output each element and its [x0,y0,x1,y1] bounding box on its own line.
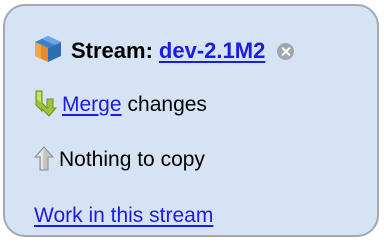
stream-name-link[interactable]: dev-2.1M2 [159,38,265,64]
work-row: Work in this stream [34,201,213,231]
merge-suffix: changes [127,93,207,116]
stream-header: Stream: dev-2.1M2 [33,35,295,68]
stream-label: Stream: [71,38,153,63]
merge-link[interactable]: Merge [62,93,122,117]
stream-cube-icon [33,35,63,68]
copy-up-arrow-icon [33,144,55,177]
stream-panel: Stream: dev-2.1M2 Merge changes Nothing … [3,4,379,237]
merge-row: Merge changes [33,90,207,120]
work-in-stream-link[interactable]: Work in this stream [34,204,213,228]
close-icon[interactable] [277,43,295,60]
copy-status-text: Nothing to copy [59,148,205,171]
merge-arrow-icon [33,89,58,122]
copy-row: Nothing to copy [33,145,205,175]
